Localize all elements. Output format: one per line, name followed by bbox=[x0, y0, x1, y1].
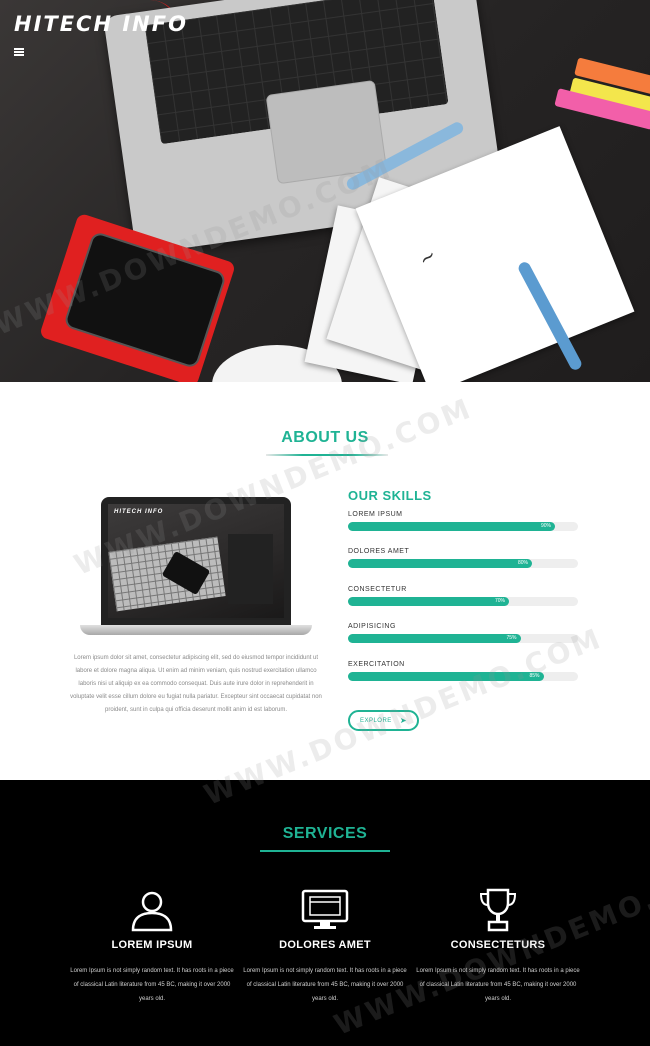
skill-item: ADIPISICING 75% bbox=[348, 623, 578, 643]
arrow-right-icon: ➤ bbox=[399, 716, 408, 725]
mockup-notebook bbox=[228, 534, 273, 604]
skill-progress-fill bbox=[348, 559, 532, 568]
skills-title: OUR SKILLS bbox=[348, 488, 432, 503]
skill-item: EXERCITATION 85% bbox=[348, 661, 578, 681]
skill-progress-track: 70% bbox=[348, 597, 578, 606]
service-name: LOREM IPSUM bbox=[111, 939, 193, 951]
services-title-underline bbox=[260, 850, 390, 852]
explore-label: EXPLORE bbox=[359, 717, 392, 724]
service-description: Lorem Ipsum is not simply random text. I… bbox=[416, 968, 580, 1002]
skill-item: CONSECTETUR 70% bbox=[348, 586, 578, 606]
skill-percent: 80% bbox=[517, 560, 528, 566]
skill-label: LOREM IPSUM bbox=[348, 511, 403, 518]
laptop-mockup-screen: HITECH INFO bbox=[101, 497, 291, 625]
laptop-mockup-base bbox=[80, 625, 312, 635]
skill-label: ADIPISICING bbox=[348, 623, 396, 630]
skill-label: DOLORES AMET bbox=[348, 548, 410, 555]
skill-percent: 85% bbox=[529, 673, 540, 679]
skill-progress-track: 90% bbox=[348, 522, 578, 531]
skill-label: EXERCITATION bbox=[348, 661, 405, 668]
skill-progress-fill bbox=[348, 522, 555, 531]
laptop-mockup: HITECH INFO bbox=[80, 497, 312, 637]
service-name: CONSECTETURS bbox=[450, 939, 546, 951]
skill-item: LOREM IPSUM 90% bbox=[348, 511, 578, 531]
hamburger-icon[interactable] bbox=[14, 48, 24, 56]
skill-progress-track: 75% bbox=[348, 634, 578, 643]
user-icon bbox=[70, 887, 234, 933]
skill-percent: 90% bbox=[540, 523, 551, 529]
service-card: LOREM IPSUM Lorem Ipsum is not simply ra… bbox=[70, 887, 234, 1006]
notebook-scribble: ~ bbox=[413, 242, 442, 272]
skill-progress-track: 80% bbox=[348, 559, 578, 568]
monitor-icon bbox=[243, 887, 407, 933]
skill-progress-fill bbox=[348, 597, 509, 606]
about-section: ABOUT US HITECH INFO Lorem ipsum dolor s… bbox=[0, 382, 650, 780]
skill-progress-fill bbox=[348, 672, 544, 681]
service-name: DOLORES AMET bbox=[279, 939, 371, 951]
skill-percent: 70% bbox=[494, 598, 505, 604]
about-title: ABOUT US bbox=[281, 429, 369, 446]
service-description: Lorem Ipsum is not simply random text. I… bbox=[243, 968, 407, 1002]
skill-progress-fill bbox=[348, 634, 521, 643]
site-logo[interactable]: HITECH INFO bbox=[14, 12, 188, 36]
service-card: CONSECTETURS Lorem Ipsum is not simply r… bbox=[416, 887, 580, 1006]
explore-button[interactable]: EXPLORE ➤ bbox=[348, 710, 419, 731]
services-section: SERVICES LOREM IPSUM Lorem Ipsum is not … bbox=[0, 780, 650, 1046]
hero-banner: ~ HITECH INFO bbox=[0, 0, 650, 382]
service-card: DOLORES AMET Lorem Ipsum is not simply r… bbox=[243, 887, 407, 1006]
trophy-icon bbox=[416, 887, 580, 933]
skill-percent: 75% bbox=[506, 635, 517, 641]
about-paragraph: Lorem ipsum dolor sit amet, consectetur … bbox=[70, 655, 322, 713]
mockup-logo: HITECH INFO bbox=[114, 509, 164, 515]
skill-progress-track: 85% bbox=[348, 672, 578, 681]
skill-item: DOLORES AMET 80% bbox=[348, 548, 578, 568]
skill-label: CONSECTETUR bbox=[348, 586, 407, 593]
service-description: Lorem Ipsum is not simply random text. I… bbox=[70, 968, 234, 1002]
services-title: SERVICES bbox=[282, 825, 368, 842]
about-title-underline bbox=[266, 454, 388, 456]
